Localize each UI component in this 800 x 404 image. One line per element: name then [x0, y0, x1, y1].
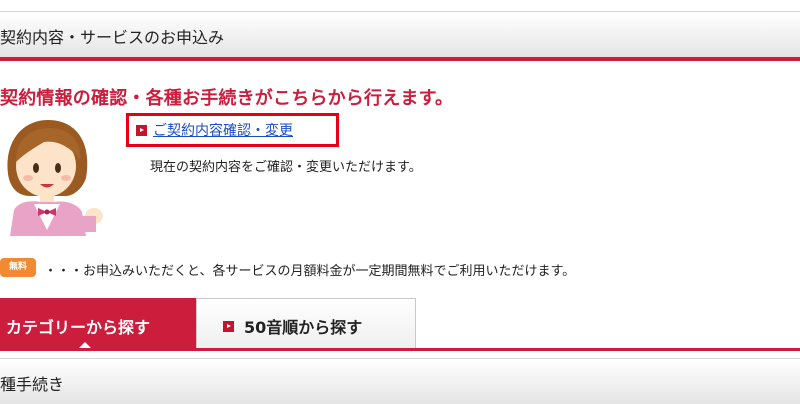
tab-category-search[interactable]: カテゴリーから探す	[0, 298, 196, 351]
section-header-procedures: 種手続き	[0, 358, 800, 404]
page-headline: 契約情報の確認・各種お手続きがこちらから行えます。	[0, 88, 454, 109]
section-divider	[0, 57, 800, 61]
tab-kana-search[interactable]: 50音順から探す	[196, 298, 416, 350]
tab-category-label: カテゴリーから探す	[6, 318, 151, 337]
tab-kana-label: 50音順から探す	[244, 318, 363, 337]
section-header-contract: 契約内容・サービスのお申込み	[0, 11, 800, 57]
free-badge: 無料	[0, 258, 36, 277]
contract-link-label: ご契約内容確認・変更	[153, 123, 293, 139]
free-note-text: ・・・お申込みいただくと、各サービスの月額料金が一定期間無料でご利用いただけます…	[44, 264, 576, 279]
tab-underline	[0, 348, 800, 351]
arrow-right-icon	[136, 124, 147, 136]
arrow-right-icon	[223, 320, 234, 332]
contract-details-link[interactable]: ご契約内容確認・変更	[136, 120, 293, 140]
contract-description: 現在の契約内容をご確認・変更いただけます。	[150, 160, 422, 175]
support-mascot-icon	[7, 120, 103, 236]
section-title: 種手続き	[0, 375, 65, 394]
section-title: 契約内容・サービスのお申込み	[0, 28, 225, 47]
